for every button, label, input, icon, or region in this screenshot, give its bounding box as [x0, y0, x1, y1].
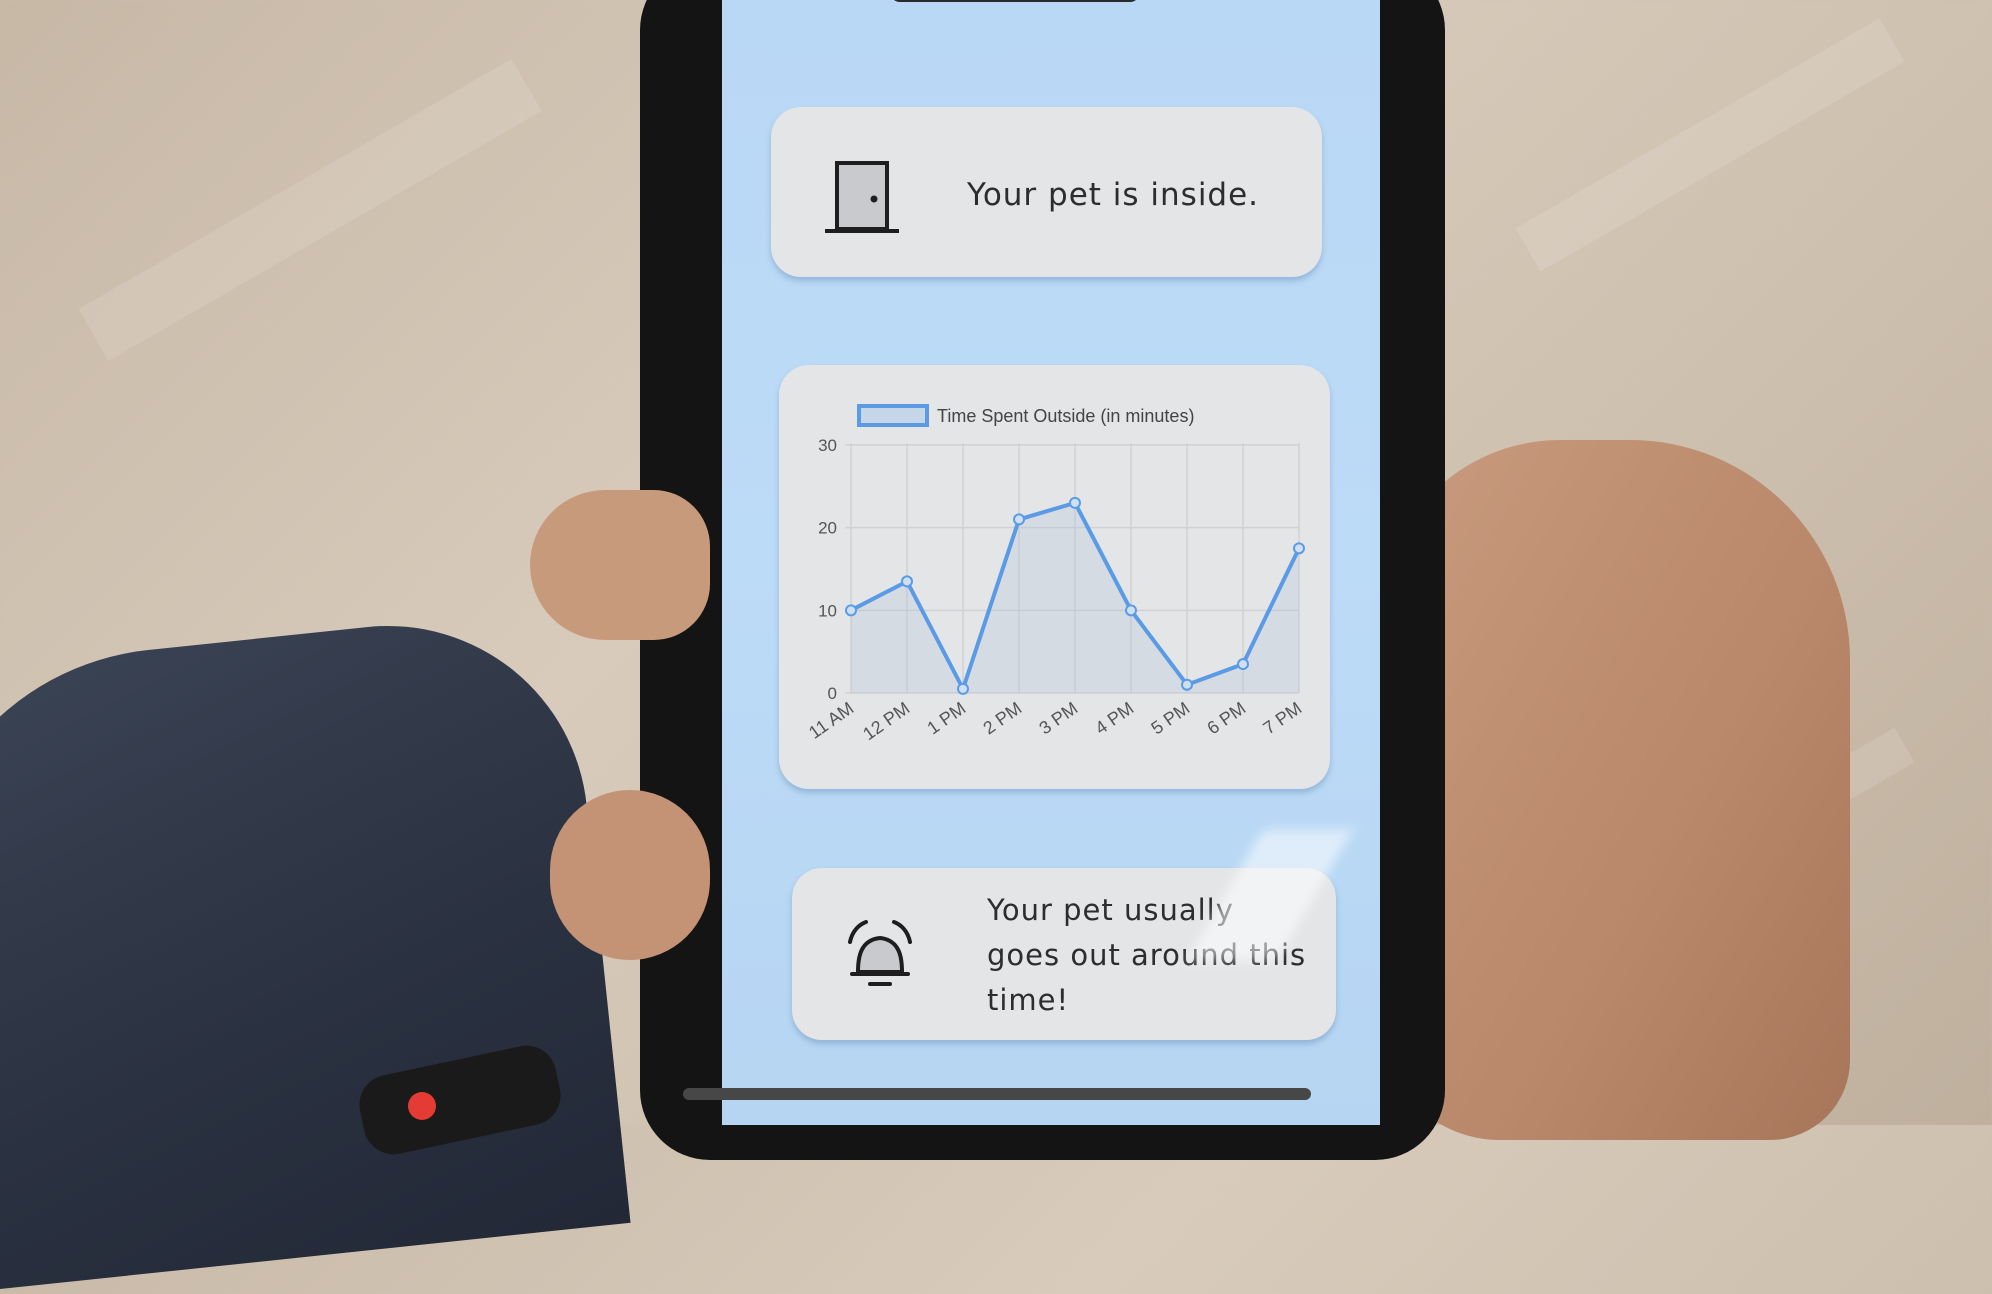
x-tick-label: 12 PM: [859, 698, 913, 744]
time-outside-chart-card: 0 10 20 30 11 AM 12 PM 1 PM 2 PM 3 PM 4 PM 5 PM 6 P…: [779, 365, 1330, 789]
data-point: [1013, 513, 1025, 526]
data-point: [1237, 658, 1249, 671]
x-tick-label: 1 PM: [923, 698, 969, 738]
floor-streak: [78, 59, 542, 361]
phone-notch: [890, 0, 1140, 2]
data-point: [1125, 604, 1137, 617]
x-tick-label: 6 PM: [1203, 698, 1249, 738]
y-tick-label: 20: [818, 519, 837, 538]
jeans-background: [0, 606, 631, 1294]
left-thumb: [530, 490, 710, 640]
series-area: [851, 502, 1299, 693]
y-tick-label: 30: [818, 436, 837, 455]
data-point: [845, 604, 857, 617]
x-tick-label: 7 PM: [1259, 698, 1305, 738]
remote-button: [408, 1092, 436, 1120]
legend-label: Time Spent Outside (in minutes): [937, 406, 1194, 426]
data-point: [1293, 542, 1305, 555]
data-point: [1181, 678, 1193, 691]
bell-icon: [848, 920, 912, 986]
legend-swatch: [857, 404, 929, 427]
x-tick-label: 4 PM: [1091, 698, 1137, 738]
left-finger: [550, 790, 710, 960]
floor-streak: [1515, 18, 1905, 272]
data-point: [957, 682, 969, 695]
door-icon: [825, 161, 899, 233]
x-tick-label: 5 PM: [1147, 698, 1193, 738]
pet-status-text: Your pet is inside.: [967, 177, 1260, 213]
y-tick-label: 10: [818, 601, 837, 620]
data-point: [901, 575, 913, 588]
pet-status-card[interactable]: Your pet is inside.: [771, 107, 1322, 277]
time-outside-chart: 0 10 20 30 11 AM 12 PM 1 PM 2 PM 3 PM 4 PM 5 PM 6 P…: [805, 404, 1305, 744]
x-tick-label: 2 PM: [979, 698, 1025, 738]
x-tick-label: 3 PM: [1035, 698, 1081, 738]
home-indicator[interactable]: [683, 1088, 1311, 1100]
data-point: [1069, 496, 1081, 509]
right-hand: [1380, 440, 1850, 1140]
y-tick-label: 0: [828, 684, 837, 703]
x-tick-label: 11 AM: [805, 698, 857, 743]
